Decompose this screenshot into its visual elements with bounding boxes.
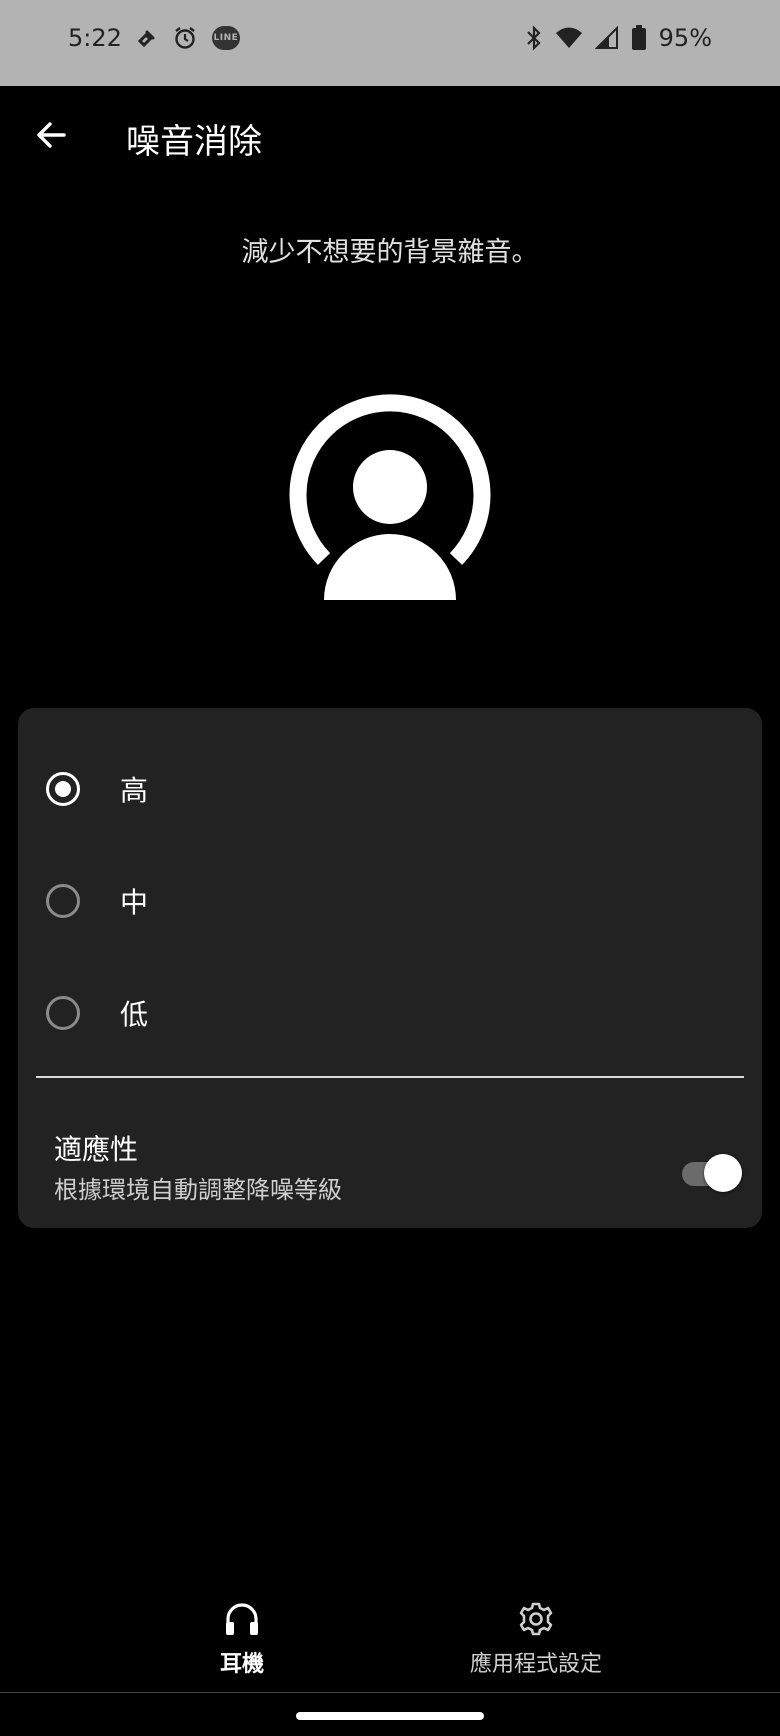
option-medium-label: 中 bbox=[120, 886, 149, 919]
option-high-label: 高 bbox=[120, 774, 149, 807]
option-low-label: 低 bbox=[120, 998, 149, 1031]
line-app-icon: LINE bbox=[211, 26, 240, 50]
status-left: 5:22 LINE bbox=[68, 24, 240, 52]
app-bar: 噪音消除 bbox=[0, 86, 780, 190]
description-text: 減少不想要的背景雜音。 bbox=[241, 237, 539, 268]
bottom-nav: 耳機 應用程式設定 bbox=[0, 1600, 780, 1690]
battery-percent: 95% bbox=[658, 24, 712, 52]
arrow-left-icon bbox=[37, 122, 66, 148]
radio-unchecked-icon[interactable] bbox=[46, 884, 80, 918]
status-bar: 5:22 LINE 95% bbox=[0, 0, 780, 86]
status-right: 95% bbox=[525, 24, 712, 52]
radio-unchecked-icon[interactable] bbox=[46, 996, 80, 1030]
nav-label-headphones: 耳機 bbox=[219, 1652, 264, 1677]
back-button[interactable] bbox=[26, 110, 76, 160]
gesture-bar[interactable] bbox=[296, 1712, 484, 1720]
adaptive-subtitle: 根據環境自動調整降噪等級 bbox=[54, 1176, 342, 1204]
radio-checked-icon[interactable] bbox=[46, 772, 80, 806]
nav-item-app-settings[interactable]: 應用程式設定 bbox=[406, 1600, 666, 1686]
noise-cancel-illustration bbox=[286, 384, 494, 600]
adaptive-toggle[interactable] bbox=[682, 1154, 742, 1192]
battery-icon bbox=[631, 25, 647, 51]
nav-item-headphones[interactable]: 耳機 bbox=[112, 1600, 372, 1686]
gear-icon bbox=[519, 1602, 553, 1636]
option-low[interactable]: 低 bbox=[18, 958, 762, 1068]
page-title: 噪音消除 bbox=[126, 122, 262, 162]
pin-icon bbox=[136, 27, 158, 49]
option-high[interactable]: 高 bbox=[18, 734, 762, 844]
person-halo-icon bbox=[289, 394, 491, 600]
toggle-thumb bbox=[704, 1154, 742, 1192]
wifi-icon bbox=[555, 26, 583, 50]
nav-label-app-settings: 應用程式設定 bbox=[469, 1652, 602, 1677]
adaptive-title: 適應性 bbox=[54, 1133, 139, 1166]
alarm-icon bbox=[172, 25, 198, 51]
nav-divider bbox=[0, 1692, 780, 1693]
bluetooth-icon bbox=[525, 25, 543, 51]
status-time: 5:22 bbox=[68, 24, 122, 52]
signal-icon bbox=[594, 26, 619, 50]
adaptive-setting[interactable]: 適應性 根據環境自動調整降噪等級 bbox=[18, 1078, 762, 1228]
headphones-icon bbox=[226, 1603, 258, 1635]
option-medium[interactable]: 中 bbox=[18, 846, 762, 956]
noise-level-card: 高 中 低 適應性 根據環境自動調整降噪等級 bbox=[18, 708, 762, 1228]
